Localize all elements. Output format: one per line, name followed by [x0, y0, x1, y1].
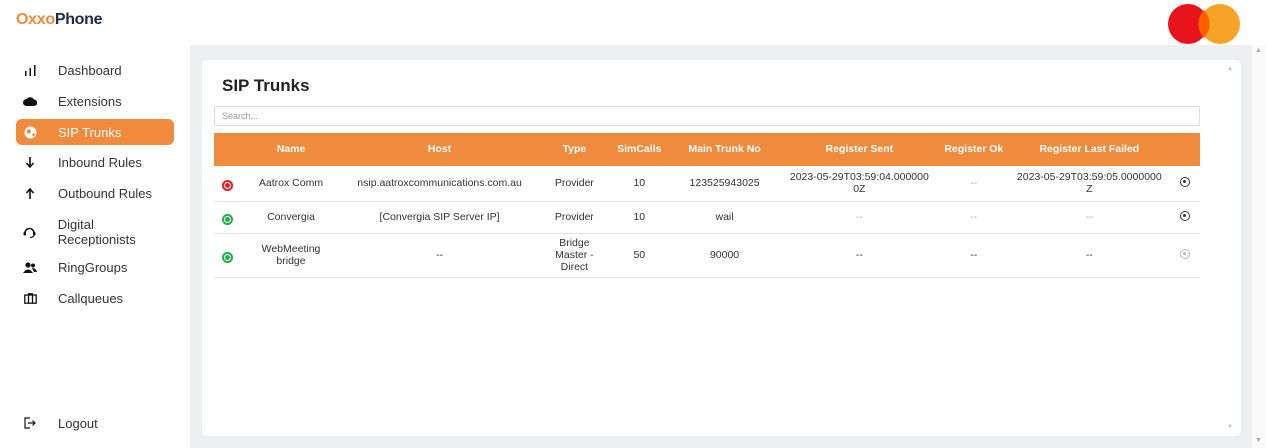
scroll-down-icon[interactable]: ▼ — [1255, 437, 1262, 444]
trunk-host: -- — [436, 249, 444, 261]
sidebar-item-label: Dashboard — [58, 62, 122, 78]
status-indicator-icon — [222, 180, 234, 192]
status-indicator-icon — [222, 214, 234, 225]
trunk-simcalls: 10 — [633, 211, 646, 223]
sidebar-item-label: RingGroups — [58, 259, 128, 275]
sidebar-item-inbound-rules[interactable]: Inbound Rules — [16, 149, 174, 175]
logout-button[interactable]: Logout — [16, 410, 174, 436]
sip-trunks-card: ▲ ▼ SIP Trunks Name Host Type SimCalls M… — [202, 60, 1241, 436]
view-icon[interactable] — [1179, 210, 1190, 221]
logout-icon — [20, 417, 40, 429]
trunk-type: Provider — [554, 177, 594, 190]
sidebar-item-outbound-rules[interactable]: Outbound Rules — [16, 180, 174, 206]
column-header[interactable]: Register Sent — [781, 133, 938, 166]
table-row[interactable]: WebMeeting bridge -- Bridge Master - Dir… — [214, 233, 1200, 277]
trunk-register-ok: -- — [970, 177, 978, 190]
page-title: SIP Trunks — [222, 76, 310, 95]
arrow-up-icon — [20, 187, 40, 199]
table-header-row: Name Host Type SimCalls Main Trunk No Re… — [214, 133, 1200, 166]
trunk-simcalls: 10 — [633, 177, 646, 190]
trunk-main-number: 90000 — [709, 249, 740, 261]
trunk-host: [Convergia SIP Server IP] — [379, 211, 500, 223]
trunk-register-sent: -- — [855, 211, 863, 223]
column-header[interactable]: SimCalls — [610, 133, 668, 166]
globe-icon — [20, 126, 40, 139]
sidebar-item-label: Digital Receptionists — [57, 217, 136, 247]
trunk-main-number: 123525943025 — [689, 177, 760, 190]
mastercard-icon — [1168, 4, 1240, 44]
trunk-main-number: wail — [715, 211, 734, 223]
scroll-up-icon[interactable]: ▲ — [1227, 66, 1233, 72]
view-icon[interactable] — [1179, 248, 1190, 259]
column-header[interactable]: Register Last Failed — [1010, 133, 1170, 166]
trunk-name: WebMeeting bridge — [261, 243, 321, 267]
table-row[interactable]: Aatrox Comm nsip.aatroxcommunications.co… — [214, 166, 1200, 201]
scroll-up-icon[interactable]: ▲ — [1255, 47, 1262, 54]
sidebar-item-callqueues[interactable]: Callqueues — [16, 285, 174, 311]
sidebar-item-digital-receptionists[interactable]: Digital Receptionists — [16, 215, 174, 249]
trunk-register-ok: -- — [970, 249, 978, 261]
cloud-icon — [20, 96, 40, 106]
receptionist-icon — [20, 226, 40, 238]
sidebar-item-sip-trunks[interactable]: SIP Trunks — [16, 119, 174, 145]
column-header[interactable]: Register Ok — [938, 133, 1010, 166]
view-icon[interactable] — [1179, 176, 1190, 187]
arrow-down-icon — [20, 156, 40, 168]
trunk-type: Bridge Master - Direct — [555, 237, 594, 273]
users-icon — [20, 261, 40, 273]
sidebar-item-label: Inbound Rules — [58, 154, 142, 170]
trunk-register-sent: 2023-05-29T03:59:04.0000000Z — [789, 171, 929, 196]
trunk-simcalls: 50 — [633, 249, 646, 261]
column-header[interactable]: Host — [341, 133, 539, 166]
sidebar-item-label: Callqueues — [58, 290, 124, 306]
sip-trunks-table: Name Host Type SimCalls Main Trunk No Re… — [214, 133, 1200, 278]
column-header — [214, 133, 242, 166]
sidebar-item-label: Extensions — [58, 93, 122, 109]
column-header[interactable]: Main Trunk No — [668, 133, 780, 166]
sidebar-item-extensions[interactable]: Extensions — [16, 88, 174, 114]
trunk-register-sent: -- — [855, 249, 863, 261]
queue-icon — [20, 292, 40, 304]
page-scrollbar[interactable]: ▲ ▼ — [1252, 45, 1266, 448]
scroll-down-icon[interactable]: ▼ — [1227, 424, 1233, 430]
sidebar: Dashboard Extensions SIP Trunks Inbound … — [0, 45, 190, 448]
trunk-register-last-failed: -- — [1085, 249, 1093, 261]
status-indicator-icon — [222, 252, 234, 263]
trunk-register-last-failed: 2023-05-29T03:59:05.0000000Z — [1016, 171, 1162, 196]
sidebar-item-label: SIP Trunks — [58, 124, 122, 140]
trunk-register-ok: -- — [970, 211, 978, 223]
column-header[interactable]: Type — [539, 133, 611, 166]
column-header[interactable]: Name — [242, 133, 341, 166]
sidebar-item-ringgroups[interactable]: RingGroups — [16, 254, 174, 280]
brand-logo[interactable]: OxxoPhone — [16, 11, 103, 29]
sidebar-item-dashboard[interactable]: Dashboard — [16, 57, 174, 83]
trunk-register-last-failed: -- — [1085, 211, 1093, 223]
trunk-name: Convergia — [267, 211, 315, 223]
trunk-host: nsip.aatroxcommunications.com.au — [357, 177, 522, 190]
bar-chart-icon — [20, 64, 40, 76]
search-input[interactable] — [214, 106, 1200, 126]
logout-label: Logout — [58, 415, 98, 431]
trunk-type: Provider — [554, 211, 594, 223]
card-scrollbar[interactable]: ▲ ▼ — [1227, 66, 1237, 430]
top-bar: OxxoPhone — [0, 0, 1266, 45]
sidebar-item-label: Outbound Rules — [58, 185, 152, 201]
trunk-name: Aatrox Comm — [258, 177, 324, 190]
table-row[interactable]: Convergia [Convergia SIP Server IP] Prov… — [214, 201, 1200, 233]
column-header — [1169, 133, 1200, 166]
